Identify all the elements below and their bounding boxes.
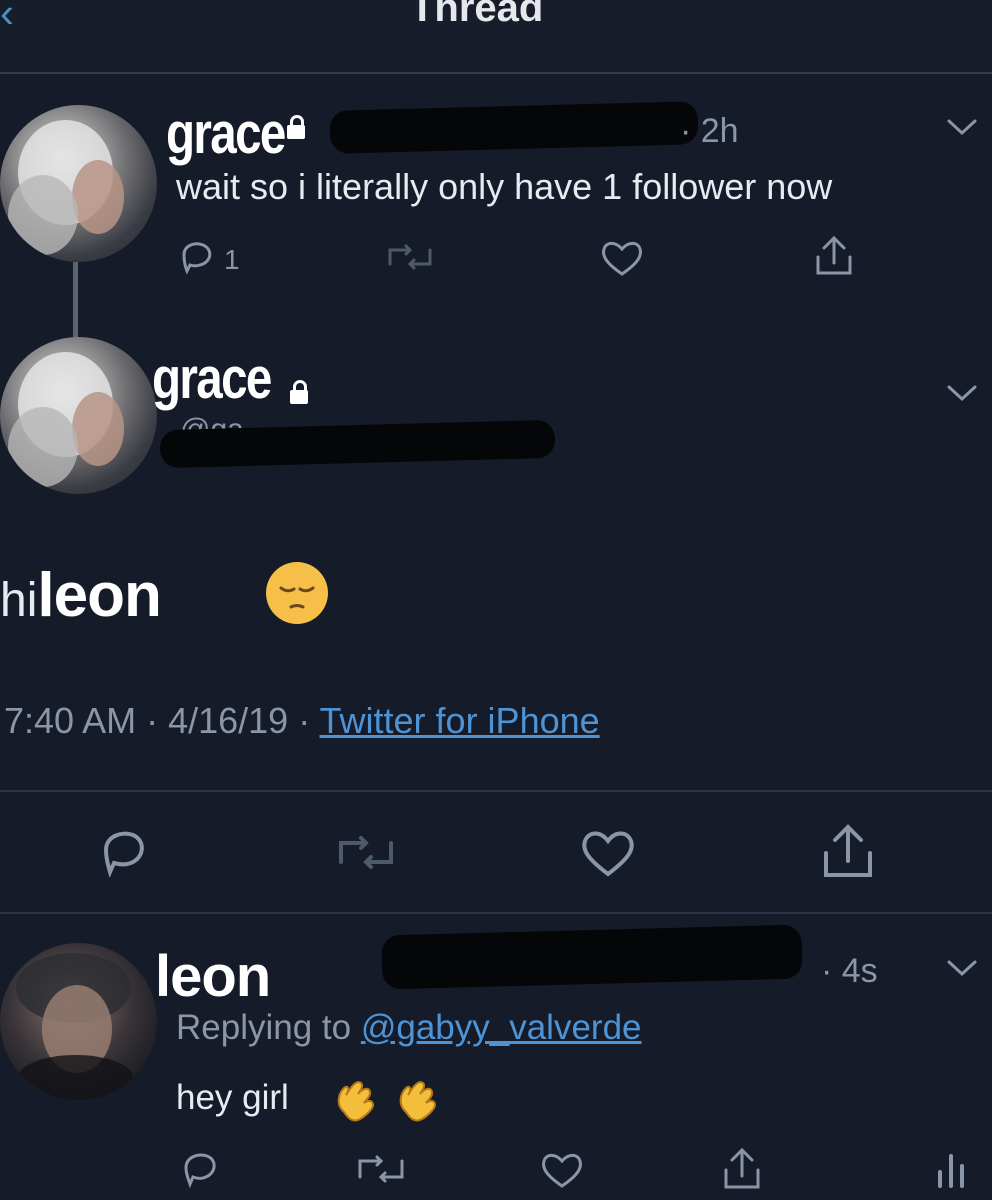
display-name[interactable]: grace (166, 100, 286, 167)
chevron-down-icon[interactable] (945, 381, 979, 405)
divider (0, 790, 992, 792)
pensive-emoji (266, 562, 328, 624)
share-icon[interactable] (810, 233, 858, 279)
tweet-text: wait so i literally only have 1 follower… (176, 166, 833, 207)
page-title: Thread (410, 0, 544, 30)
divider (0, 912, 992, 914)
replying-prefix: Replying to (176, 1008, 361, 1047)
lock-icon (287, 115, 305, 139)
analytics-icon[interactable] (930, 1148, 972, 1192)
reply-icon[interactable] (178, 1148, 224, 1192)
tweet-timestamp: 7:40 AM · 4/16/19 · (4, 700, 320, 741)
share-icon[interactable] (718, 1144, 766, 1194)
retweet-icon[interactable] (382, 238, 438, 276)
share-icon[interactable] (818, 820, 878, 882)
reply-count: 1 (224, 244, 240, 275)
like-icon[interactable] (538, 1148, 586, 1192)
chevron-down-icon[interactable] (945, 115, 979, 139)
tweet-text-prefix: hi (0, 574, 38, 627)
reply-icon[interactable] (96, 826, 152, 880)
waving-hand-emoji (330, 1070, 382, 1124)
tweet-time: · 2h (680, 112, 739, 150)
redacted-handle (381, 924, 803, 990)
thread-connector (73, 262, 78, 338)
avatar[interactable] (0, 943, 157, 1100)
like-icon[interactable] (578, 824, 638, 882)
tweet-text-emphasis: leon (37, 561, 161, 630)
retweet-icon[interactable] (332, 828, 400, 878)
source-link[interactable]: Twitter for iPhone (320, 700, 600, 741)
tweet-time: · 4s (821, 952, 878, 990)
display-name[interactable]: grace (152, 345, 272, 412)
waving-hand-emoji (392, 1070, 444, 1124)
back-button[interactable]: ‹ (0, 0, 14, 34)
lock-icon (290, 380, 308, 404)
replying-handle-link[interactable]: @gabyy_valverde (361, 1008, 642, 1047)
tweet-meta: 7:40 AM · 4/16/19 · Twitter for iPhone (4, 700, 600, 742)
redacted-handle (329, 101, 699, 154)
replying-to: Replying to @gabyy_valverde (176, 1008, 642, 1048)
avatar[interactable] (0, 105, 157, 262)
thread-header: ‹ Thread (0, 0, 992, 74)
reply-icon[interactable] (176, 238, 218, 276)
chevron-down-icon[interactable] (945, 956, 979, 980)
like-icon[interactable] (598, 236, 646, 280)
display-name[interactable]: leon (155, 943, 271, 1010)
tweet-text: hi leon (0, 560, 162, 630)
retweet-icon[interactable] (352, 1148, 410, 1190)
tweet-text: hey girl (176, 1078, 289, 1117)
avatar[interactable] (0, 337, 157, 494)
